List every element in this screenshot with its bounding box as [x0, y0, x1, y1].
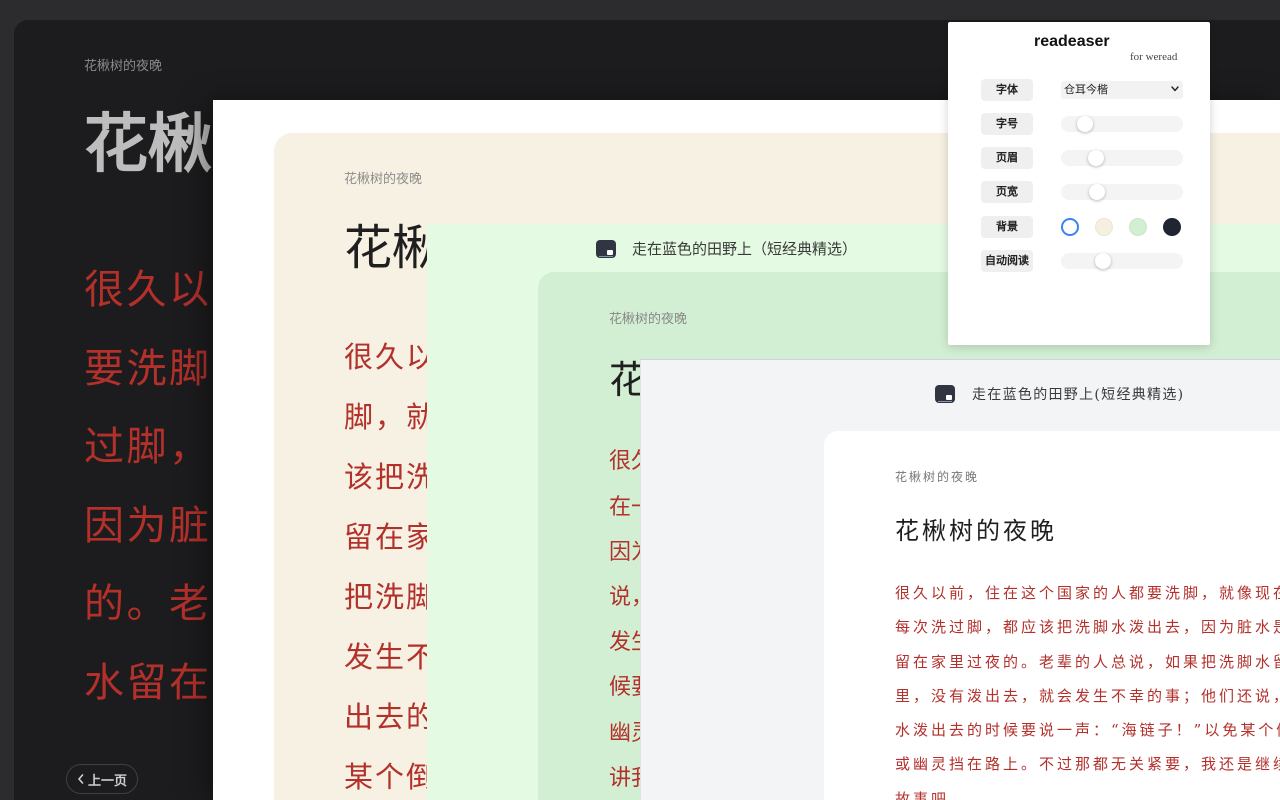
setting-label: 页眉 [981, 147, 1033, 169]
text-line: 过脚， [84, 424, 212, 471]
header-slider[interactable] [1061, 150, 1183, 166]
text-line: 某个倒 [344, 760, 438, 794]
prev-page-button[interactable]: 上一页 [66, 764, 138, 794]
slider-thumb[interactable] [1088, 184, 1105, 200]
chevron-down-icon [1171, 86, 1179, 92]
text-line: 水留在 [84, 659, 212, 706]
text-line: 每次洗过脚，都应该把洗脚水泼出去，因为脏水是绝 [895, 618, 1280, 637]
text-line: 留在家 [344, 520, 438, 554]
text-line: 或幽灵挡在路上。不过那都无关紧要，我还是继续讲 [895, 755, 1280, 774]
brand-name: readeaser [1034, 33, 1110, 50]
settings-popup: readeaser for weread 字体 仓耳今楷 字号 页眉 页宽 背景… [948, 22, 1210, 345]
chapter-title: 花楸树的夜晚 [895, 517, 1057, 545]
setting-row-background: 背景 [981, 216, 1183, 238]
setting-row-page-width: 页宽 [981, 181, 1183, 203]
setting-row-font-size: 字号 [981, 113, 1183, 135]
chevron-left-icon [78, 774, 84, 784]
text-line: 留在家里过夜的。老辈的人总说，如果把洗脚水留 [895, 652, 1280, 671]
text-line: 很久以 [84, 267, 212, 313]
prev-page-label: 上一页 [87, 773, 127, 789]
chapter-label: 花楸树的夜晚 [84, 59, 163, 74]
background-swatch[interactable] [1163, 218, 1181, 236]
chapter-title: 花楸 [344, 220, 441, 276]
setting-label: 背景 [981, 216, 1033, 238]
light-theme-reader: 走在蓝色的田野上(短经典精选) 花楸树的夜晚 花楸树的夜晚 很久以前，住在这个国… [640, 359, 1280, 800]
text-line: 的。老 [84, 581, 212, 628]
font-select[interactable]: 仓耳今楷 [1061, 81, 1183, 99]
book-icon [935, 385, 955, 403]
text-line: 把洗脚 [344, 580, 438, 614]
setting-row-auto-read: 自动阅读 [981, 250, 1183, 272]
setting-row-font: 字体 仓耳今楷 [981, 79, 1183, 101]
text-line: 脚，就 [344, 400, 438, 434]
text-line: 很久以前，住在这个国家的人都要洗脚，就像现在 [895, 584, 1280, 602]
text-line: 水泼出去的时候要说一声：“海链子！”以免某个倒 [895, 721, 1280, 740]
book-icon [596, 240, 616, 258]
text-line: 该把洗 [344, 460, 438, 494]
brand-tagline: for weread [1130, 51, 1178, 63]
text-line: 里，没有泼出去，就会发生不幸的事；他们还说，把 [895, 686, 1280, 705]
background-swatch[interactable] [1061, 218, 1079, 236]
text-line: 很久以 [344, 340, 438, 374]
setting-label: 页宽 [981, 181, 1033, 203]
chapter-label: 花楸树的夜晚 [609, 312, 688, 327]
setting-label: 字号 [981, 113, 1033, 135]
text-line: 发生不 [344, 640, 438, 674]
chapter-body: 很久以脚，就该把洗留在家把洗脚发生不出去的某个倒 [344, 327, 437, 800]
book-title: 走在蓝色的田野上(短经典精选) [972, 387, 1185, 403]
setting-label: 字体 [981, 79, 1033, 101]
book-title: 走在蓝色的田野上（短经典精选） [632, 240, 858, 258]
reader-page: 花楸树的夜晚 花楸树的夜晚 很久以前，住在这个国家的人都要洗脚，就像现在 每次洗过… [824, 431, 1280, 800]
text-line: 因为脏 [84, 502, 212, 549]
font-size-slider[interactable] [1061, 116, 1183, 132]
slider-thumb[interactable] [1094, 253, 1111, 269]
auto-read-slider[interactable] [1061, 253, 1183, 269]
background-swatch[interactable] [1129, 218, 1147, 236]
chapter-title: 花楸 [84, 108, 212, 182]
background-swatch[interactable] [1095, 218, 1113, 236]
text-line: 要洗脚 [84, 345, 212, 392]
slider-thumb[interactable] [1076, 116, 1093, 132]
chapter-label: 花楸树的夜晚 [344, 172, 423, 187]
page-width-slider[interactable] [1061, 184, 1183, 200]
chapter-label: 花楸树的夜晚 [895, 470, 980, 484]
chapter-body: 很久以要洗脚过脚， 因为脏的。老水留在 [84, 251, 212, 723]
setting-label: 自动阅读 [981, 250, 1033, 272]
text-line: 故事吧…… [895, 789, 986, 800]
chapter-body: 很久以前，住在这个国家的人都要洗脚，就像现在 每次洗过脚，都应该把洗脚水泼出去，因… [895, 576, 1280, 800]
setting-row-header: 页眉 [981, 147, 1183, 169]
text-line: 出去的 [344, 700, 438, 734]
slider-thumb[interactable] [1087, 150, 1104, 166]
background-swatches [1061, 218, 1181, 236]
font-select-value: 仓耳今楷 [1064, 83, 1108, 96]
